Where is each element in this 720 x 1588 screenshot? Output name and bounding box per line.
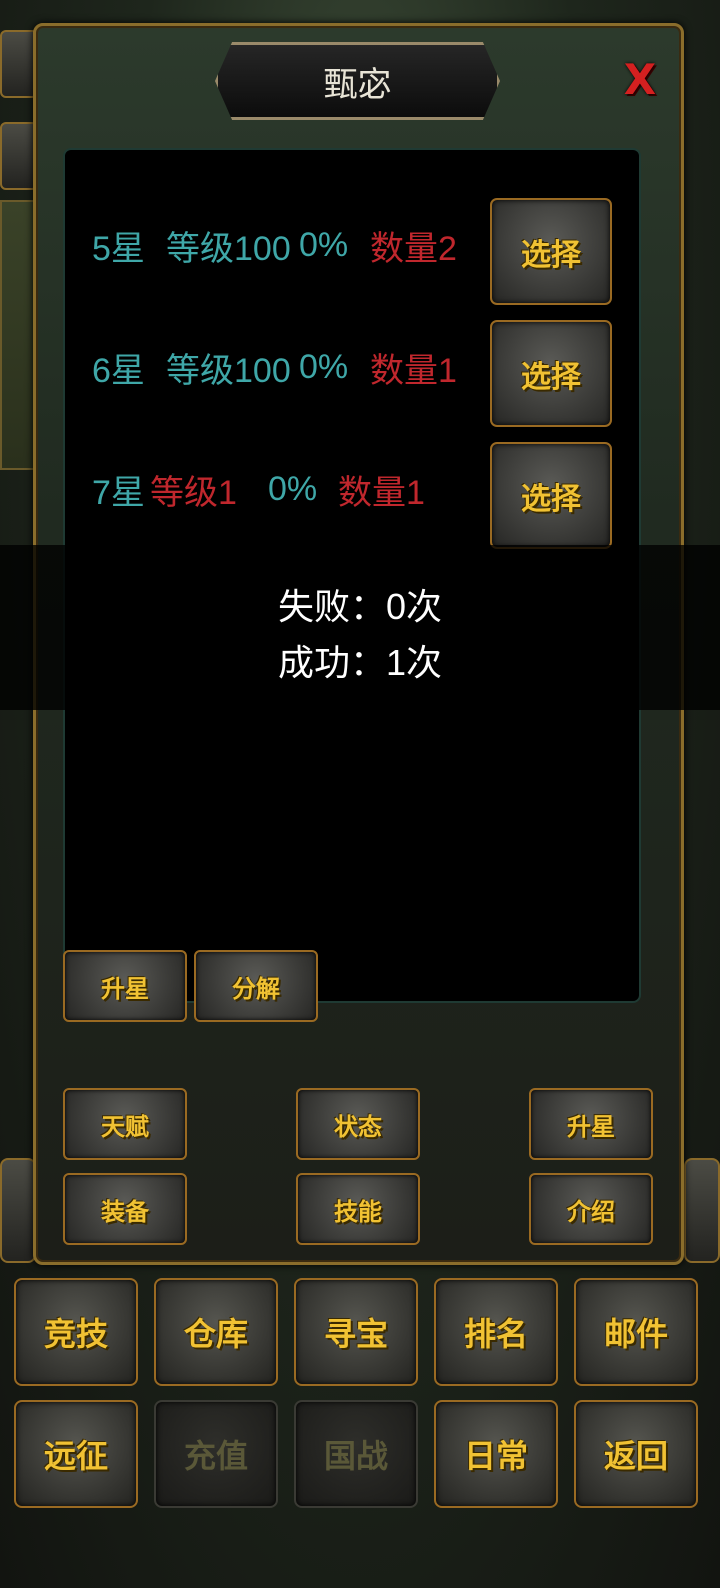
background-side-tab-right xyxy=(684,1158,720,1263)
arena-button[interactable]: 竞技 xyxy=(14,1278,138,1386)
select-button[interactable]: 选择 xyxy=(490,198,612,305)
treasure-button[interactable]: 寻宝 xyxy=(294,1278,418,1386)
mail-button[interactable]: 邮件 xyxy=(574,1278,698,1386)
upgrade-star-tab-button[interactable]: 升星 xyxy=(529,1088,653,1160)
star-label: 5星 xyxy=(92,229,145,268)
count-label: 数量1 xyxy=(338,473,425,512)
status-button[interactable]: 状态 xyxy=(296,1088,420,1160)
percent-label: 0% xyxy=(268,469,318,508)
success-count: 成功：1次 xyxy=(277,642,443,683)
percent-label: 0% xyxy=(299,347,349,386)
talent-button[interactable]: 天赋 xyxy=(63,1088,187,1160)
count-label: 数量1 xyxy=(370,351,457,390)
upgrade-star-action-button[interactable]: 升星 xyxy=(63,950,187,1022)
dialog-title: 甄宓 xyxy=(323,64,392,105)
equipment-button[interactable]: 装备 xyxy=(63,1173,187,1245)
recharge-button[interactable]: 充值 xyxy=(154,1400,278,1508)
level-label: 等级100 xyxy=(166,351,291,390)
fail-count: 失败：0次 xyxy=(277,586,443,627)
level-label: 等级1 xyxy=(150,473,237,512)
expedition-button[interactable]: 远征 xyxy=(14,1400,138,1508)
select-button[interactable]: 选择 xyxy=(490,442,612,549)
list-item: 5星 等级100 0% 数量2 xyxy=(92,220,472,270)
percent-label: 0% xyxy=(299,225,349,264)
close-button[interactable]: X xyxy=(620,55,660,105)
dialog-title-plate: 甄宓 xyxy=(215,42,500,120)
background-side-tab-left xyxy=(0,1158,36,1263)
warehouse-button[interactable]: 仓库 xyxy=(154,1278,278,1386)
nation-war-button[interactable]: 国战 xyxy=(294,1400,418,1508)
star-label: 6星 xyxy=(92,351,145,390)
list-item: 6星 等级100 0% 数量1 xyxy=(92,342,472,392)
skill-button[interactable]: 技能 xyxy=(296,1173,420,1245)
select-button[interactable]: 选择 xyxy=(490,320,612,427)
star-label: 7星 xyxy=(92,473,145,512)
ranking-button[interactable]: 排名 xyxy=(434,1278,558,1386)
intro-button[interactable]: 介绍 xyxy=(529,1173,653,1245)
level-label: 等级100 xyxy=(166,229,291,268)
list-item: 7星 等级1 0% 数量1 xyxy=(92,464,472,514)
decompose-button[interactable]: 分解 xyxy=(194,950,318,1022)
count-label: 数量2 xyxy=(370,229,457,268)
back-button[interactable]: 返回 xyxy=(574,1400,698,1508)
daily-button[interactable]: 日常 xyxy=(434,1400,558,1508)
